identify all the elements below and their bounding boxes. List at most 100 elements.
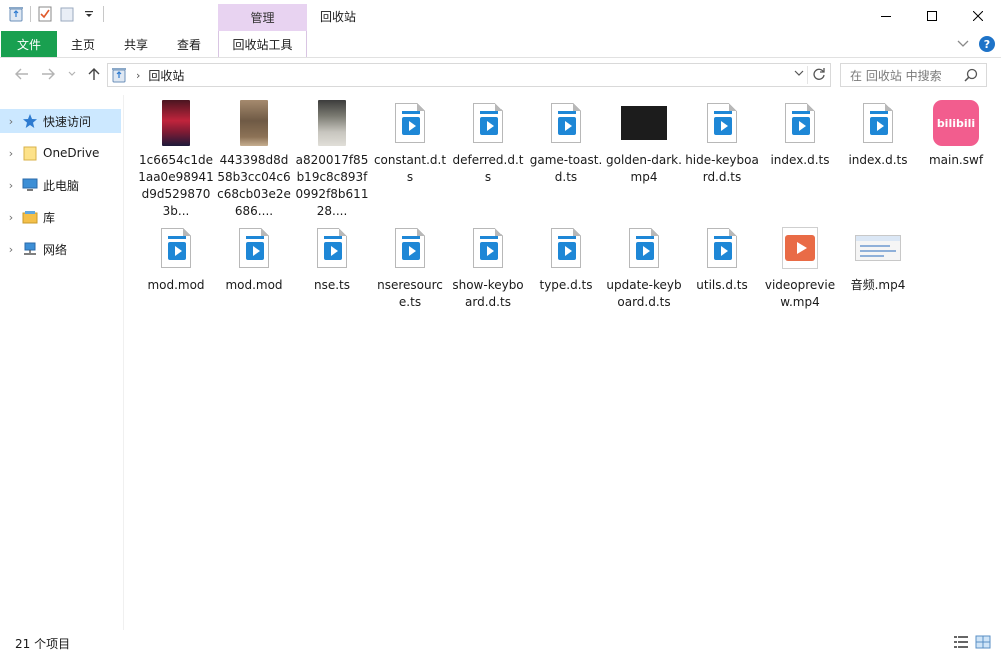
new-folder-icon[interactable] (59, 6, 75, 22)
address-divider (807, 66, 808, 84)
sidebar-item-this-pc[interactable]: › 此电脑 (0, 173, 121, 197)
file-name: mod.mod (225, 278, 283, 292)
media-file-icon (850, 97, 906, 149)
list-item[interactable]: a820017f85b19c8c893f0992f8b61128.... (293, 97, 371, 220)
sidebar-item-label: 此电脑 (43, 178, 80, 193)
bilibili-logo-text: bilibili (933, 100, 979, 146)
list-item[interactable]: nse.ts (293, 222, 371, 294)
list-item[interactable]: nseresource.ts (371, 222, 449, 311)
list-item[interactable]: update-keyboard.d.ts (605, 222, 683, 311)
status-bar: 21 个项目 (0, 630, 1001, 655)
video-thumbnail-brown (226, 97, 282, 149)
computer-icon (22, 177, 38, 193)
sidebar-item-label: 网络 (43, 242, 68, 257)
search-icon[interactable] (964, 68, 978, 85)
orange-play-icon (772, 222, 828, 274)
file-name: update-keyboard.d.ts (606, 278, 682, 309)
item-count: 21 个项目 (15, 637, 71, 651)
list-item[interactable]: show-keyboard.d.ts (449, 222, 527, 311)
network-icon (22, 241, 38, 257)
list-item[interactable]: utils.d.ts (683, 222, 761, 294)
properties-icon[interactable] (37, 6, 53, 22)
file-name: hide-keyboard.d.ts (685, 153, 759, 184)
file-name: 音频.mp4 (850, 278, 906, 292)
context-tab-manage[interactable]: 管理 (218, 4, 307, 31)
media-file-icon (460, 222, 516, 274)
expand-chevron-icon[interactable]: › (0, 147, 22, 160)
file-name: nseresource.ts (377, 278, 443, 309)
expand-chevron-icon[interactable]: › (0, 211, 22, 224)
help-icon[interactable]: ? (979, 36, 995, 52)
list-item[interactable]: index.d.ts (839, 97, 917, 169)
search-input[interactable]: 在 回收站 中搜索 (840, 63, 987, 87)
media-file-icon (694, 97, 750, 149)
list-item[interactable]: index.d.ts (761, 97, 839, 169)
sidebar-item-quick-access[interactable]: › 快速访问 (0, 109, 121, 133)
breadcrumb-recycle-bin[interactable]: 回收站 (148, 67, 184, 84)
file-name: 443398d8d58b3cc04c6c68cb03e2e686.... (217, 153, 291, 218)
recycle-bin-icon[interactable] (8, 6, 24, 22)
expand-chevron-icon[interactable]: › (0, 115, 22, 128)
media-file-icon (772, 97, 828, 149)
expand-chevron-icon[interactable]: › (0, 243, 22, 256)
minimize-button[interactable] (863, 0, 909, 31)
media-file-icon (460, 97, 516, 149)
video-thumbnail-grey (304, 97, 360, 149)
tab-file[interactable]: 文件 (1, 31, 57, 57)
list-item[interactable]: videopreview.mp4 (761, 222, 839, 311)
navigation-bar: › 回收站 在 回收站 中搜索 (0, 58, 1001, 91)
media-file-icon (226, 222, 282, 274)
refresh-icon[interactable] (812, 67, 826, 84)
toolbar-divider (30, 6, 31, 22)
media-file-icon (304, 222, 360, 274)
search-placeholder: 在 回收站 中搜索 (850, 68, 942, 83)
sidebar-item-network[interactable]: › 网络 (0, 237, 121, 261)
list-item[interactable]: 443398d8d58b3cc04c6c68cb03e2e686.... (215, 97, 293, 220)
expand-ribbon-icon[interactable] (957, 37, 969, 51)
file-name: type.d.ts (539, 278, 593, 292)
tab-share[interactable]: 共享 (117, 31, 155, 57)
breadcrumb-chevron-icon[interactable]: › (136, 69, 140, 82)
list-item[interactable]: golden-dark.mp4 (605, 97, 683, 186)
close-button[interactable] (955, 0, 1001, 31)
media-file-icon (616, 222, 672, 274)
tab-view[interactable]: 查看 (170, 31, 208, 57)
sidebar-item-label: 库 (43, 210, 56, 225)
sidebar-item-label: 快速访问 (43, 114, 92, 129)
customize-toolbar-icon[interactable] (81, 6, 97, 22)
list-item[interactable]: bilibili main.swf (917, 97, 995, 169)
list-item[interactable]: 音频.mp4 (839, 222, 917, 294)
expand-chevron-icon[interactable]: › (0, 179, 22, 192)
list-item[interactable]: hide-keyboard.d.ts (683, 97, 761, 186)
media-file-icon (538, 97, 594, 149)
list-item[interactable]: mod.mod (215, 222, 293, 294)
file-name: show-keyboard.d.ts (452, 278, 524, 309)
back-arrow-icon[interactable] (14, 66, 30, 82)
address-bar[interactable]: › 回收站 (107, 63, 831, 87)
list-item[interactable]: deferred.d.ts (449, 97, 527, 186)
tab-recycle-bin-tools[interactable]: 回收站工具 (218, 31, 307, 57)
ribbon-tabs: 文件 主页 共享 查看 回收站工具 ? (0, 31, 1001, 58)
sidebar-item-onedrive[interactable]: › OneDrive (0, 141, 121, 165)
list-item[interactable]: constant.d.ts (371, 97, 449, 186)
bilibili-icon: bilibili (928, 97, 984, 149)
forward-arrow-icon[interactable] (40, 66, 56, 82)
file-name: game-toast.d.ts (529, 153, 603, 184)
screenshot-thumbnail (850, 222, 906, 274)
file-name: 1c6654c1de1aa0e98941d9d5298703b... (138, 153, 214, 218)
recycle-bin-icon (112, 67, 128, 83)
up-arrow-icon[interactable] (86, 66, 102, 82)
sidebar-item-libraries[interactable]: › 库 (0, 205, 121, 229)
file-list-view: 1c6654c1de1aa0e98941d9d5298703b... 44339… (134, 97, 994, 627)
navigation-pane: › 快速访问 › OneDrive › 此电脑 › 库 › 网络 (0, 95, 124, 630)
recent-locations-chevron-icon[interactable] (64, 66, 80, 82)
tab-home[interactable]: 主页 (64, 31, 102, 57)
list-item[interactable]: game-toast.d.ts (527, 97, 605, 186)
list-item[interactable]: 1c6654c1de1aa0e98941d9d5298703b... (137, 97, 215, 220)
details-view-icon[interactable] (953, 635, 969, 649)
large-icons-view-icon[interactable] (975, 635, 991, 649)
list-item[interactable]: mod.mod (137, 222, 215, 294)
address-dropdown-icon[interactable] (794, 68, 804, 79)
maximize-button[interactable] (909, 0, 955, 31)
list-item[interactable]: type.d.ts (527, 222, 605, 294)
